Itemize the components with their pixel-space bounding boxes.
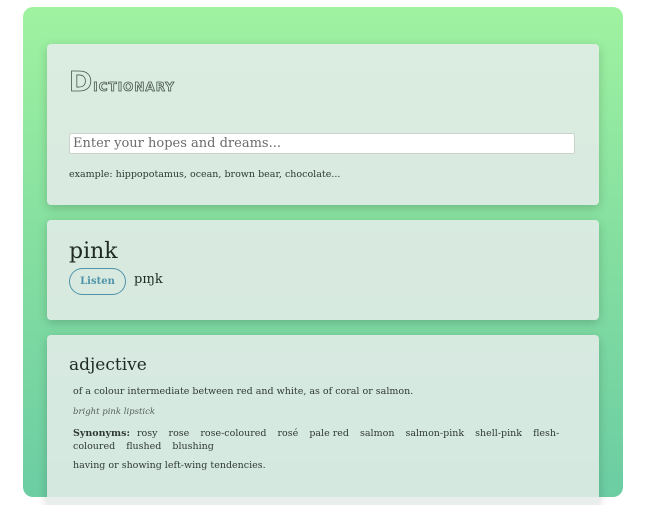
phonetic-text: pɪŋk bbox=[134, 272, 163, 287]
synonym[interactable]: rosé bbox=[278, 428, 299, 439]
logo-initial: D bbox=[69, 65, 94, 98]
definition-text: of a colour intermediate between red and… bbox=[73, 386, 414, 397]
synonym[interactable]: salmon-pink bbox=[405, 428, 464, 439]
definition-text: having or showing left-wing tendencies. bbox=[73, 460, 266, 471]
synonym[interactable]: salmon bbox=[360, 428, 394, 439]
synonyms-list: Synonyms: rosy rose rose-coloured rosé p… bbox=[73, 427, 573, 453]
search-example: example: hippopotamus, ocean, brown bear… bbox=[69, 169, 341, 180]
synonym[interactable]: shell-pink bbox=[475, 428, 522, 439]
search-input[interactable] bbox=[69, 133, 575, 154]
synonym[interactable]: flushed bbox=[126, 441, 161, 452]
logo-rest: ictionary bbox=[93, 76, 175, 97]
app-logo: Dictionary bbox=[69, 67, 175, 98]
part-of-speech: adjective bbox=[69, 355, 147, 375]
word-title: pink bbox=[69, 239, 118, 264]
synonym[interactable]: rose-coloured bbox=[200, 428, 266, 439]
synonym[interactable]: blushing bbox=[172, 441, 213, 452]
synonym[interactable]: pale red bbox=[309, 428, 349, 439]
app-container: Dictionary example: hippopotamus, ocean,… bbox=[23, 7, 623, 505]
synonym[interactable]: rose bbox=[169, 428, 190, 439]
word-card: pink Listen pɪŋk bbox=[47, 220, 599, 320]
listen-button[interactable]: Listen bbox=[69, 268, 126, 295]
search-card: Dictionary example: hippopotamus, ocean,… bbox=[47, 44, 599, 205]
synonyms-label: Synonyms: bbox=[73, 428, 130, 439]
synonym[interactable]: rosy bbox=[137, 428, 158, 439]
meaning-card: adjective of a colour intermediate betwe… bbox=[47, 335, 599, 505]
definition-example: bright pink lipstick bbox=[73, 407, 156, 417]
